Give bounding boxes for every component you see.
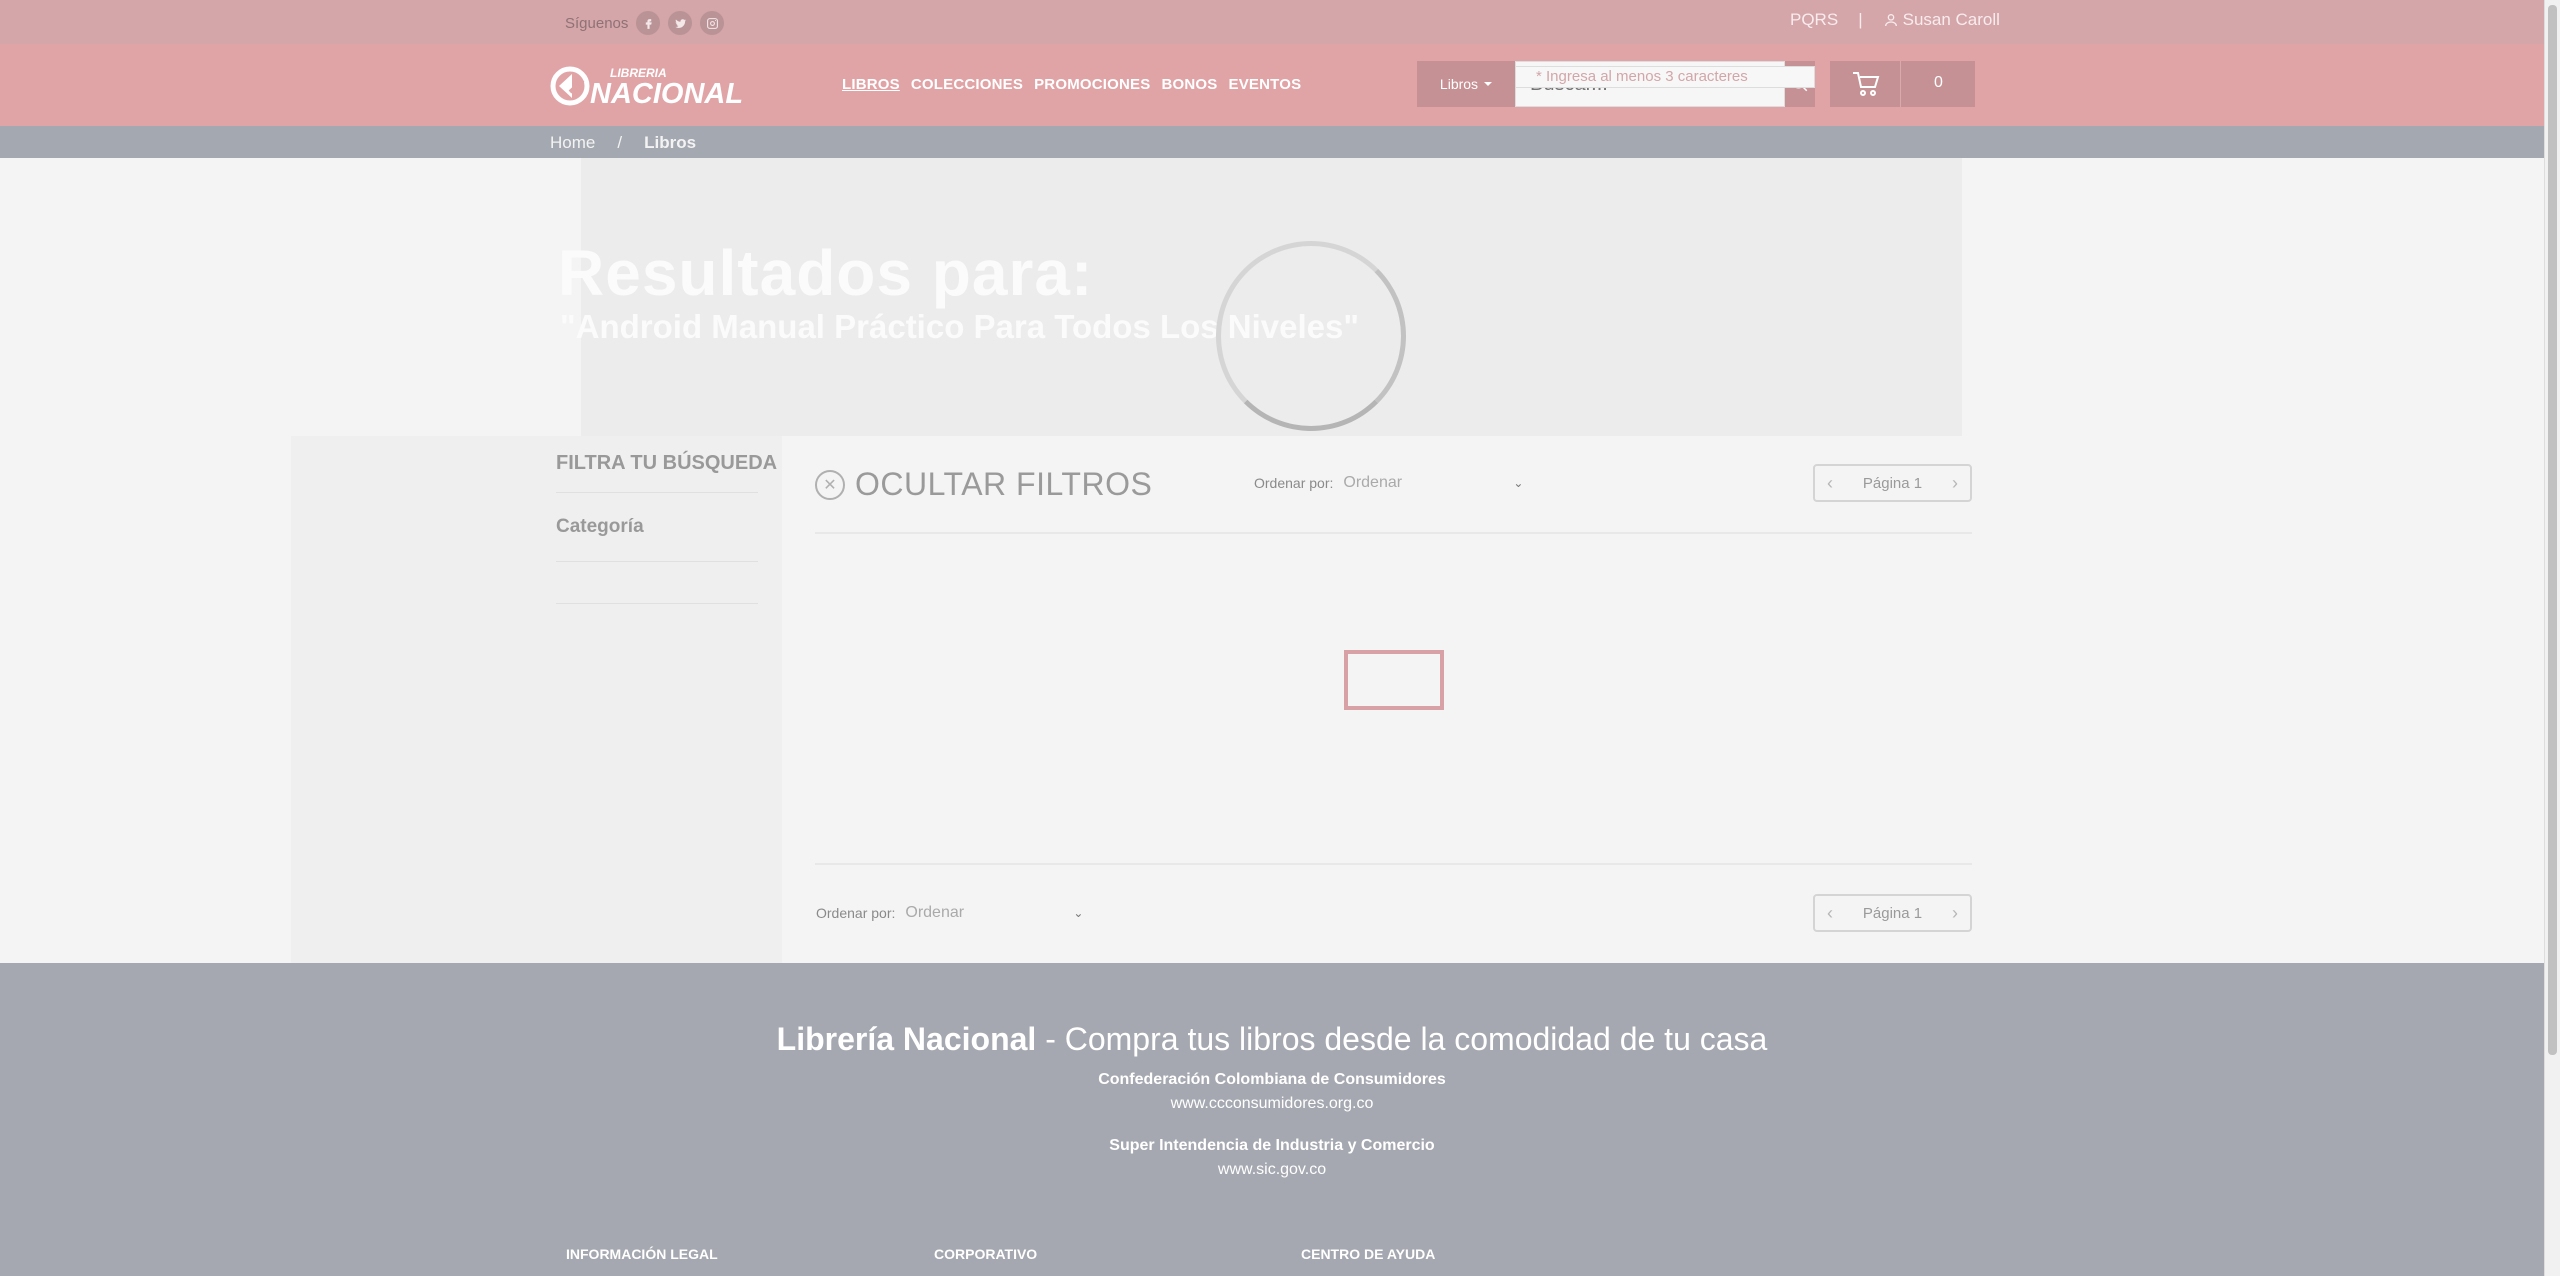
breadcrumb: Home / Libros: [550, 133, 696, 153]
close-icon: ✕: [815, 469, 845, 500]
pqrs-link[interactable]: PQRS: [1790, 10, 1838, 30]
breadcrumb-bar: Home / Libros: [0, 126, 2544, 158]
sort-control-top: Ordenar por: Ordenar ⌄: [1254, 474, 1523, 492]
hide-filters-button[interactable]: ✕ OCULTAR FILTROS: [815, 466, 1152, 503]
main-header: LIBRERIA NACIONAL LIBROS COLECCIONES PRO…: [0, 44, 2544, 126]
chevron-down-icon: ⌄: [1073, 906, 1084, 920]
hide-filters-label: OCULTAR FILTROS: [855, 466, 1153, 502]
main-nav: LIBROS COLECCIONES PROMOCIONES BONOS EVE…: [842, 76, 1301, 93]
sort-control-bottom: Ordenar por: Ordenar ⌄: [816, 904, 1083, 922]
results-title: Resultados para:: [558, 237, 1094, 309]
nav-colecciones[interactable]: COLECCIONES: [911, 76, 1023, 93]
sort-value: Ordenar: [905, 904, 965, 921]
footer-col-help[interactable]: CENTRO DE AYUDA: [1301, 1246, 1435, 1262]
cart-divider: [1900, 61, 1901, 107]
nav-bonos[interactable]: BONOS: [1161, 76, 1217, 93]
user-name: Susan Caroll: [1902, 10, 2000, 29]
sort-select[interactable]: Ordenar ⌄: [905, 904, 1083, 922]
footer-headline: Librería Nacional - Compra tus libros de…: [0, 1021, 2544, 1058]
search-hint: * Ingresa al menos 3 caracteres: [1515, 66, 1815, 88]
nav-promociones[interactable]: PROMOCIONES: [1034, 76, 1150, 93]
sort-value: Ordenar: [1343, 474, 1403, 491]
social-follow: Síguenos: [565, 11, 725, 35]
breadcrumb-home[interactable]: Home: [550, 133, 595, 153]
filter-title: FILTRA TU BÚSQUEDA: [556, 452, 778, 474]
pagination-bottom: ‹ Página 1 ›: [1813, 894, 1972, 932]
loading-spinner: [1216, 241, 1406, 431]
next-page-icon[interactable]: ›: [1952, 473, 1958, 494]
prev-page-icon[interactable]: ‹: [1827, 903, 1833, 924]
nav-eventos[interactable]: EVENTOS: [1229, 76, 1302, 93]
cart-count: 0: [1934, 74, 1943, 91]
divider: [556, 603, 758, 604]
footer-org2: Super Intendencia de Industria y Comerci…: [1109, 1137, 1435, 1154]
instagram-icon[interactable]: [700, 11, 725, 35]
loading-placeholder: [1344, 650, 1444, 710]
twitter-icon[interactable]: [668, 11, 693, 35]
sort-label: Ordenar por:: [1254, 475, 1334, 491]
top-links: PQRS | Susan Caroll: [1790, 10, 2000, 30]
footer-tagline: - Compra tus libros desde la comodidad d…: [1036, 1021, 1768, 1057]
breadcrumb-separator: /: [617, 133, 623, 152]
vertical-scrollbar[interactable]: [2544, 0, 2560, 1276]
pagination-top: ‹ Página 1 ›: [1813, 464, 1972, 502]
facebook-icon[interactable]: [636, 11, 661, 35]
scrollbar-thumb[interactable]: [2548, 5, 2557, 1055]
nav-libros[interactable]: LIBROS: [842, 76, 900, 93]
footer: Librería Nacional - Compra tus libros de…: [0, 963, 2544, 1276]
divider: [556, 561, 758, 562]
next-page-icon[interactable]: ›: [1952, 903, 1958, 924]
cart-icon: [1853, 72, 1880, 96]
chevron-down-icon: ⌄: [1513, 476, 1524, 490]
breadcrumb-current: Libros: [644, 133, 697, 152]
category-dropdown-label: Libros: [1439, 76, 1479, 92]
sort-select[interactable]: Ordenar ⌄: [1343, 474, 1523, 492]
footer-org2-link[interactable]: www.sic.gov.co: [0, 1161, 2544, 1179]
prev-page-icon[interactable]: ‹: [1827, 473, 1833, 494]
site-logo[interactable]: LIBRERIA NACIONAL: [550, 62, 755, 108]
footer-org1: Confederación Colombiana de Consumidores: [1098, 1071, 1446, 1088]
cart-button[interactable]: 0: [1830, 61, 1975, 107]
page-label: Página 1: [1862, 474, 1923, 492]
footer-org1-link[interactable]: www.ccconsumidores.org.co: [0, 1095, 2544, 1113]
top-bar: Síguenos PQRS | Susan Caroll: [0, 0, 2544, 44]
caret-down-icon: [1484, 82, 1493, 86]
footer-brand: Librería Nacional: [776, 1021, 1037, 1057]
svg-text:NACIONAL: NACIONAL: [590, 78, 743, 108]
user-icon: [1884, 14, 1897, 27]
footer-col-corporate[interactable]: CORPORATIVO: [934, 1246, 1037, 1262]
footer-col-legal[interactable]: INFORMACIÓN LEGAL: [566, 1246, 718, 1262]
divider: [556, 492, 758, 493]
sort-label: Ordenar por:: [816, 905, 896, 921]
separator: |: [1858, 10, 1863, 29]
filter-sidebar: [291, 436, 782, 963]
divider: [815, 532, 1972, 534]
category-dropdown[interactable]: Libros: [1417, 61, 1515, 107]
user-account-link[interactable]: Susan Caroll: [1883, 10, 2000, 30]
page-label: Página 1: [1862, 904, 1923, 922]
divider: [815, 863, 1972, 865]
follow-label: Síguenos: [565, 14, 629, 32]
filter-category[interactable]: Categoría: [556, 516, 644, 538]
